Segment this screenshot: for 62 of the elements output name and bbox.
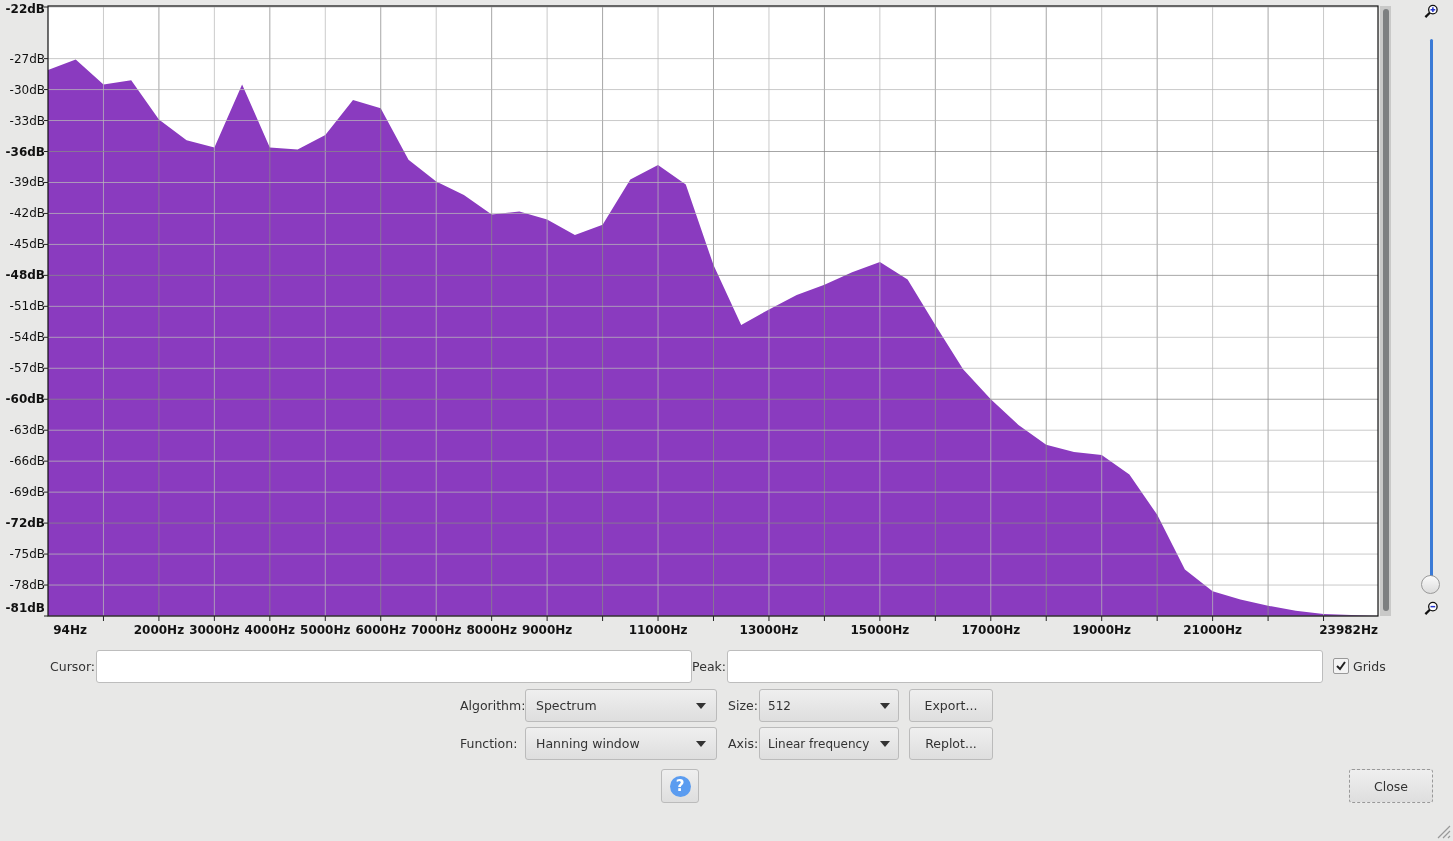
grids-checkbox[interactable]: Grids	[1333, 658, 1386, 674]
x-axis-label: 94Hz	[53, 623, 87, 637]
x-axis-label: 11000Hz	[628, 623, 688, 637]
zoom-in-icon[interactable]	[1423, 4, 1439, 19]
y-axis-label: -75dB	[9, 547, 45, 562]
dropdown-label: Axis:	[728, 736, 759, 751]
y-axis-label: -33dB	[9, 113, 45, 128]
y-axis-label: -69dB	[9, 485, 45, 500]
x-axis-label: 15000Hz	[850, 623, 910, 637]
x-axis-label: 19000Hz	[1072, 623, 1132, 637]
caret-icon	[880, 740, 890, 747]
x-axis-label: 3000Hz	[189, 623, 240, 637]
x-axis-label: 17000Hz	[961, 623, 1021, 637]
dropdown-label: Size:	[728, 698, 759, 713]
zoom-out-icon[interactable]	[1423, 601, 1439, 616]
x-axis-label: 13000Hz	[739, 623, 799, 637]
y-axis-label: -54dB	[9, 330, 45, 345]
caret-icon	[880, 702, 890, 709]
dropdown[interactable]: Linear frequency	[759, 727, 899, 760]
peak-field[interactable]	[727, 649, 1323, 683]
x-axis-label: 23982Hz	[1319, 623, 1378, 637]
x-axis-label: 9000Hz	[521, 623, 573, 637]
caret-icon	[696, 702, 706, 709]
y-axis-label: -45dB	[9, 237, 45, 252]
y-axis-label: -78dB	[9, 578, 45, 593]
y-axis-label: -27dB	[9, 51, 45, 66]
action-button[interactable]: Replot...	[909, 727, 993, 760]
cursor-field[interactable]	[96, 649, 693, 683]
close-button[interactable]: Close	[1349, 769, 1433, 803]
dropdown-label: Function:	[460, 736, 519, 751]
action-button[interactable]: Export...	[909, 689, 993, 722]
checkmark-icon	[1335, 660, 1347, 672]
y-axis-label: -63dB	[9, 423, 45, 438]
x-axis-label: 5000Hz	[300, 623, 351, 637]
y-axis-label: -39dB	[9, 175, 45, 190]
y-axis-label: -60dB	[5, 392, 45, 407]
y-axis-label: -66dB	[9, 454, 45, 469]
dropdown-label: Algorithm:	[460, 698, 525, 713]
y-axis-label: -30dB	[9, 82, 45, 97]
x-axis-label: 7000Hz	[411, 623, 462, 637]
x-axis-label: 21000Hz	[1183, 623, 1242, 637]
y-axis-label: -57dB	[9, 361, 45, 376]
x-axis-label: 8000Hz	[466, 623, 517, 637]
resize-grip-icon[interactable]	[1435, 823, 1451, 839]
y-axis-label: -81dB	[5, 601, 45, 615]
caret-icon	[696, 740, 706, 747]
dropdown[interactable]: 512	[759, 689, 899, 722]
dropdown[interactable]: Hanning window	[525, 727, 717, 760]
y-axis-label: -72dB	[5, 516, 45, 531]
y-axis-label: -51dB	[9, 299, 45, 314]
y-axis-label: -36dB	[5, 144, 45, 159]
y-axis-label: -48dB	[5, 268, 45, 283]
x-axis-label: 4000Hz	[244, 623, 296, 637]
y-axis-label: -22dB	[5, 2, 45, 16]
x-axis-label: 6000Hz	[355, 623, 406, 637]
x-axis-label: 2000Hz	[133, 623, 185, 637]
peak-label: Peak:	[692, 658, 726, 674]
y-axis-label: -42dB	[9, 206, 45, 221]
slider-thumb[interactable]	[1420, 575, 1440, 594]
dropdown[interactable]: Spectrum	[525, 689, 717, 722]
scrollbar[interactable]	[1380, 6, 1391, 616]
cursor-label: Cursor:	[50, 658, 96, 674]
